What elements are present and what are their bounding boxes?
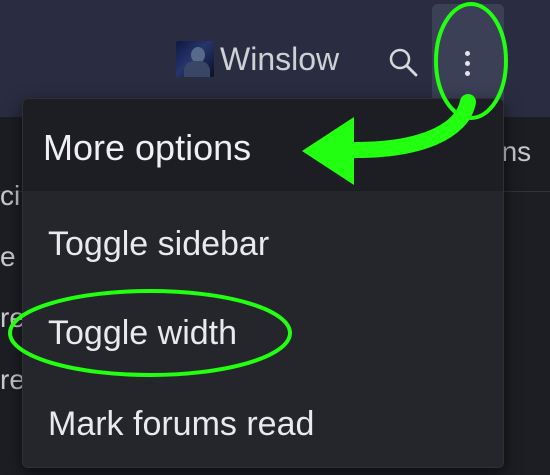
search-button[interactable]: [386, 45, 420, 79]
avatar: [176, 41, 214, 77]
menu-item-mark-forums-read[interactable]: Mark forums read: [48, 405, 314, 444]
menu-title: More options: [43, 127, 252, 168]
user-account-link[interactable]: Winslow: [176, 39, 339, 79]
menu-item-toggle-width[interactable]: Toggle width: [48, 314, 237, 353]
menu-item-toggle-sidebar[interactable]: Toggle sidebar: [48, 225, 269, 264]
username: Winslow: [220, 40, 340, 77]
background-text-fragment: ci: [0, 180, 21, 211]
more-options-menu: More options Toggle sidebar Toggle width…: [22, 98, 504, 468]
background-text-fragment: e: [0, 241, 16, 272]
search-icon: [389, 48, 418, 77]
vertical-ellipsis-icon: [465, 51, 471, 81]
menu-header: More options: [23, 99, 503, 191]
